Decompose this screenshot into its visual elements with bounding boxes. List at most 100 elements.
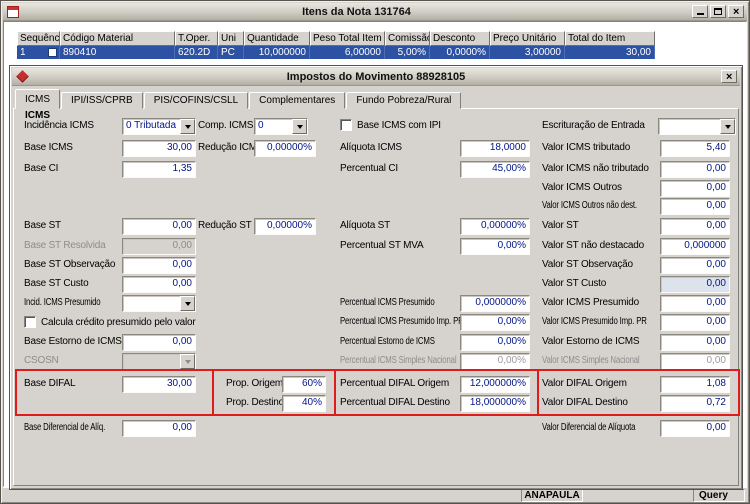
base-diferencial-aliq-input[interactable]: 0,00 [122,420,196,437]
aliquota-st-input[interactable]: 0,00000% [460,218,530,235]
percentual-ci-input[interactable]: 45,00% [460,161,530,178]
incid-icms-presumido-label: Incid. ICMS Presumido [24,297,101,308]
column-header-comissao[interactable]: Comissão [385,31,430,46]
column-header-sequencia[interactable]: Sequência [17,31,60,46]
valor-diferencial-aliquota-input[interactable]: 0,00 [660,420,730,437]
statusbar-mode: Query [693,489,745,502]
aliquota-icms-input[interactable]: 18,0000 [460,140,530,157]
chevron-down-icon[interactable] [180,296,195,311]
incidencia-icms-select[interactable]: 0 Tributada [122,118,196,135]
close-button[interactable]: × [728,5,744,18]
column-header-total-item[interactable]: Total do Item [565,31,655,46]
base-icms-input[interactable]: 30,00 [122,140,196,157]
base-st-observacao-label: Base ST Observação [24,259,116,270]
sequencia-value: 1 [20,47,26,58]
items-window-titlebar[interactable]: Itens da Nota 131764 × [3,3,747,21]
valor-estorno-icms-input[interactable]: 0,00 [660,334,730,351]
comp-icms-select[interactable]: 0 [254,118,308,135]
valor-st-custo-input[interactable]: 0,00 [660,276,730,293]
impostos-modal: Impostos do Movimento 88928105 × ICMS IP… [9,65,743,490]
valor-icms-presumido-imp-pr-label: Valor ICMS Presumido Imp. PR [542,316,647,327]
window-icon [7,5,19,18]
prop-origem-input[interactable]: 60% [282,376,326,393]
valor-icms-outros-nao-dest-input[interactable]: 0,00 [660,198,730,215]
valor-st-nao-destacado-input[interactable]: 0,000000 [660,238,730,255]
percentual-estorno-icms-input[interactable]: 0,00% [460,334,530,351]
valor-st-nao-destacado-label: Valor ST não destacado [542,240,644,251]
base-st-custo-input[interactable]: 0,00 [122,276,196,293]
valor-icms-tributado-input[interactable]: 5,40 [660,140,730,157]
valor-difal-destino-input[interactable]: 0,72 [660,395,730,412]
incidencia-icms-label: Incidência ICMS [24,120,94,131]
reducao-icms-input[interactable]: 0,00000% [254,140,316,157]
reducao-st-label: Redução ST [198,220,252,231]
maximize-button[interactable] [710,5,726,18]
items-grid: Sequência Código Material T.Oper. Uni Qu… [17,31,655,59]
valor-st-observacao-label: Valor ST Observação [542,259,633,270]
comp-icms-value: 0 [258,120,264,131]
percentual-difal-origem-input[interactable]: 12,000000% [460,376,530,393]
csosn-label: CSOSN [24,355,59,366]
percentual-estorno-icms-label: Percentual Estorno de ICMS [340,336,435,347]
valor-icms-nao-tributado-input[interactable]: 0,00 [660,161,730,178]
valor-difal-origem-input[interactable]: 1,08 [660,376,730,393]
column-header-preco-unitario[interactable]: Preço Unitário [490,31,565,46]
percentual-difal-origem-label: Percentual DIFAL Origem [340,378,449,389]
base-estorno-icms-label: Base Estorno de ICMS [24,336,122,347]
percentual-icms-presumido-input[interactable]: 0,000000% [460,295,530,312]
row-checkbox[interactable] [48,48,57,57]
cell-sequencia: 1 [17,46,60,59]
valor-icms-presumido-input[interactable]: 0,00 [660,295,730,312]
base-st-input[interactable]: 0,00 [122,218,196,235]
valor-estorno-icms-label: Valor Estorno de ICMS [542,336,640,347]
cell-preco-unitario: 3,00000 [490,46,565,59]
base-st-resolvida-label: Base ST Resolvida [24,240,106,251]
base-estorno-icms-input[interactable]: 0,00 [122,334,196,351]
chevron-down-icon[interactable] [292,119,307,134]
valor-icms-nao-tributado-label: Valor ICMS não tributado [542,163,649,174]
valor-icms-presumido-imp-pr-input[interactable]: 0,00 [660,314,730,331]
cell-desconto: 0,0000% [430,46,490,59]
base-difal-input[interactable]: 30,00 [122,376,196,393]
prop-destino-input[interactable]: 40% [282,395,326,412]
incid-icms-presumido-select[interactable] [122,295,196,312]
annotation-divider [334,371,336,414]
percentual-icms-presumido-imp-pr-input[interactable]: 0,00% [460,314,530,331]
base-st-resolvida-input: 0,00 [122,238,196,255]
column-header-uni[interactable]: Uni [218,31,244,46]
column-header-t-oper[interactable]: T.Oper. [175,31,218,46]
minimize-icon [696,13,704,15]
valor-st-observacao-input[interactable]: 0,00 [660,257,730,274]
valor-icms-presumido-label: Valor ICMS Presumido [542,297,639,308]
percentual-icms-presumido-label: Percentual ICMS Presumido [340,297,435,308]
valor-icms-tributado-label: Valor ICMS tributado [542,142,631,153]
percentual-icms-simples-input: 0,00% [460,353,530,370]
valor-icms-outros-input[interactable]: 0,00 [660,180,730,197]
chevron-down-icon[interactable] [720,119,735,134]
valor-icms-outros-label: Valor ICMS Outros [542,182,622,193]
valor-icms-outros-nao-dest-label: Valor ICMS Outros não dest. [542,200,637,211]
base-st-observacao-input[interactable]: 0,00 [122,257,196,274]
valor-diferencial-aliquota-label: Valor Diferencial de Alíquota [542,422,636,433]
percentual-st-mva-input[interactable]: 0,00% [460,238,530,255]
escrituracao-entrada-label: Escrituração de Entrada [542,120,645,131]
column-header-codigo-material[interactable]: Código Material [60,31,175,46]
valor-st-input[interactable]: 0,00 [660,218,730,235]
chevron-down-icon [180,354,195,369]
column-header-peso-total[interactable]: Peso Total Item [310,31,385,46]
column-header-quantidade[interactable]: Quantidade [244,31,310,46]
reducao-st-input[interactable]: 0,00000% [254,218,316,235]
base-ci-input[interactable]: 1,35 [122,161,196,178]
cell-uni: PC [218,46,244,59]
column-header-desconto[interactable]: Desconto [430,31,490,46]
calcula-credito-presumido-checkbox[interactable] [24,316,36,328]
percentual-difal-destino-input[interactable]: 18,000000% [460,395,530,412]
chevron-down-icon[interactable] [180,119,195,134]
percentual-ci-label: Percentual CI [340,163,398,174]
base-icms-com-ipi-checkbox[interactable] [340,119,352,131]
close-icon: × [732,5,740,18]
table-row[interactable]: 1 890410 620.2D PC 10,000000 6,00000 5,0… [17,46,655,59]
minimize-button[interactable] [692,5,708,18]
escrituracao-entrada-select[interactable] [658,118,736,135]
valor-icms-simples-input: 0,00 [660,353,730,370]
